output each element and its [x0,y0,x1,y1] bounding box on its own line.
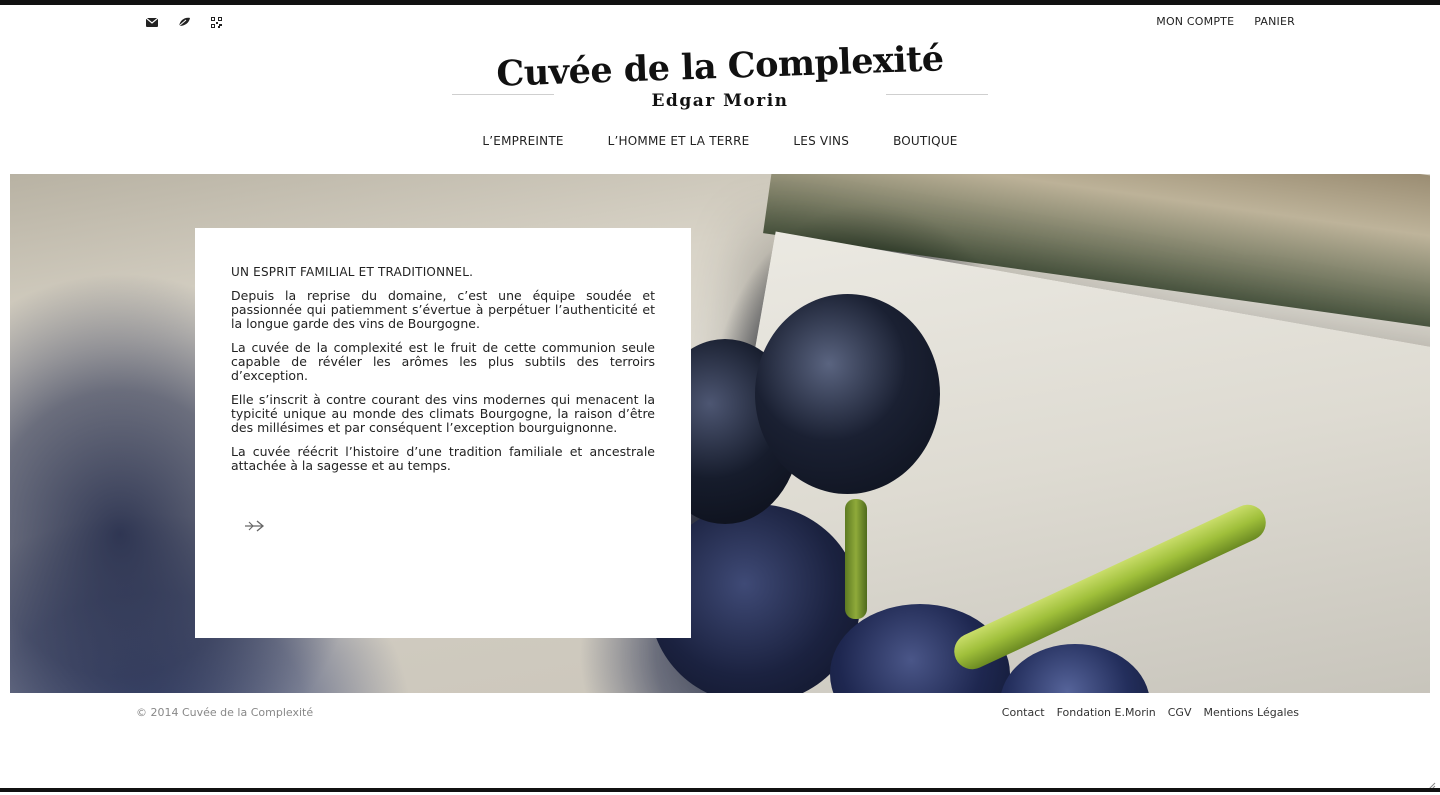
account-links: MON COMPTE PANIER [1156,15,1295,28]
content-heading: UN ESPRIT FAMILIAL ET TRADITIONNEL. [231,265,474,279]
leaf-icon[interactable] [177,16,191,28]
footer-link-contact[interactable]: Contact [1002,706,1045,719]
top-frame-bar [0,0,1440,5]
social-icons [145,16,223,28]
resize-grip-icon[interactable] [1426,776,1436,791]
envelope-icon[interactable] [145,16,159,28]
content-paragraph: Depuis la reprise du domaine, c’est une … [231,288,655,331]
content-paragraph: La cuvée réécrit l’histoire d’une tradit… [231,444,655,473]
footer-link-fondation[interactable]: Fondation E.Morin [1057,706,1156,719]
my-account-link[interactable]: MON COMPTE [1156,15,1234,28]
nav-item-boutique[interactable]: BOUTIQUE [893,134,958,148]
logo-title: Cuvée de la Complexité [495,38,945,95]
qr-code-icon[interactable] [209,16,223,28]
footer-link-mentions-legales[interactable]: Mentions Légales [1203,706,1299,719]
bottom-frame-bar [0,788,1440,792]
logo-subtitle: Edgar Morin [651,91,789,111]
main-navigation: L’EMPREINTE L’HOMME ET LA TERRE LES VINS… [0,134,1440,148]
nav-item-empreinte[interactable]: L’EMPREINTE [482,134,563,148]
nav-item-vins[interactable]: LES VINS [793,134,849,148]
footer-links: Contact Fondation E.Morin CGV Mentions L… [1002,706,1299,719]
content-panel: UN ESPRIT FAMILIAL ET TRADITIONNEL. Depu… [195,228,691,638]
content-paragraph: Elle s’inscrit à contre courant des vins… [231,392,655,435]
nav-item-homme-terre[interactable]: L’HOMME ET LA TERRE [608,134,750,148]
content-paragraph: La cuvée de la complexité est le fruit d… [231,340,655,383]
arrow-right-icon[interactable] [243,518,267,534]
content-text: UN ESPRIT FAMILIAL ET TRADITIONNEL. Depu… [231,265,655,483]
site-logo[interactable]: Cuvée de la Complexité Edgar Morin [452,38,988,119]
copyright: © 2014 Cuvée de la Complexité [136,706,314,719]
cart-link[interactable]: PANIER [1254,15,1295,28]
footer-link-cgv[interactable]: CGV [1168,706,1192,719]
